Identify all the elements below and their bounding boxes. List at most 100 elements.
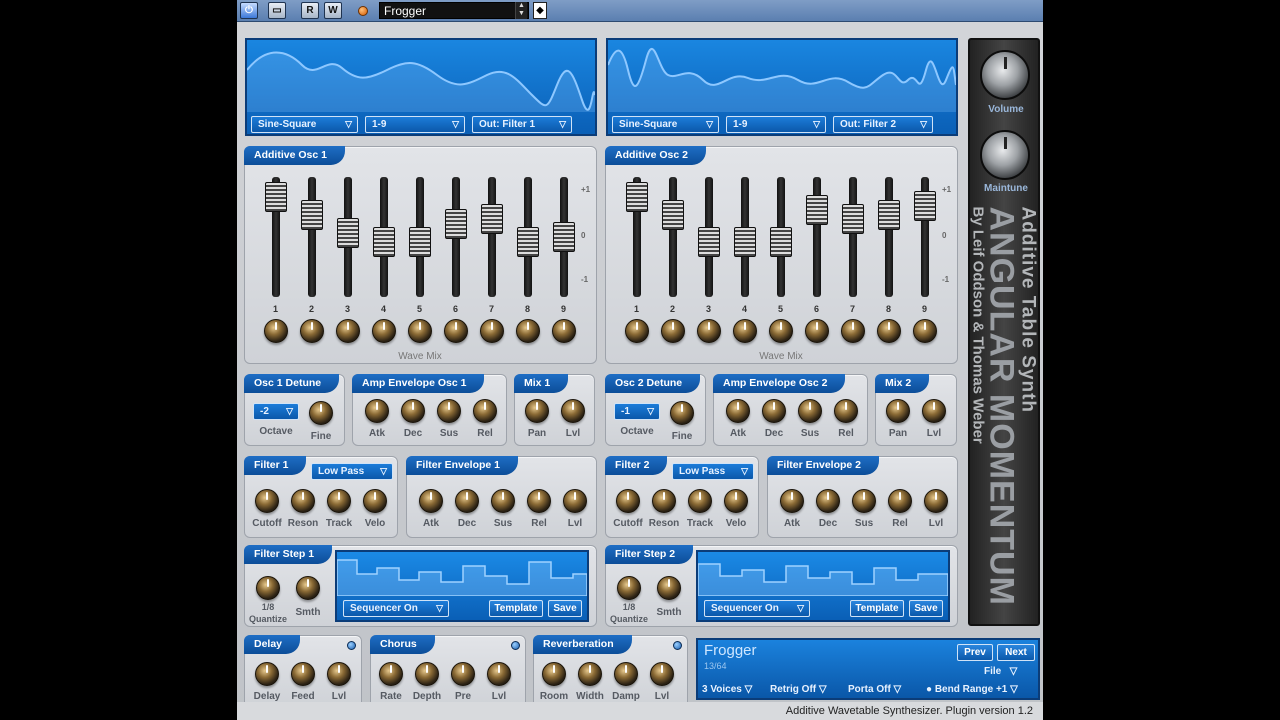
osc2-amp-env-knob-2[interactable] <box>798 399 822 423</box>
power-button[interactable]: ⏻ <box>240 2 258 19</box>
fx-reverb-knob-0[interactable] <box>542 662 566 686</box>
wave-mix-knob-1[interactable] <box>264 319 288 343</box>
read-button[interactable]: R <box>301 2 319 19</box>
osc1-filter-knob-1[interactable] <box>291 489 315 513</box>
volume-knob[interactable] <box>980 50 1030 100</box>
wave-mix-knob-5[interactable] <box>769 319 793 343</box>
seq2-mode-select[interactable]: Sequencer On ▽ <box>704 600 810 617</box>
wave-mix-knob-3[interactable] <box>697 319 721 343</box>
osc2-wave-select[interactable]: Sine-Square ▽ <box>612 116 719 133</box>
osc1-filter-env-knob-2[interactable] <box>491 489 515 513</box>
harmonic-fader-2[interactable] <box>662 199 684 230</box>
osc2-filter-env-knob-0[interactable] <box>780 489 804 513</box>
osc2-filter-knob-2[interactable] <box>688 489 712 513</box>
maintune-knob[interactable] <box>980 130 1030 180</box>
osc1-octave-select[interactable]: -2 ▽ <box>253 403 299 420</box>
seq1-mode-select[interactable]: Sequencer On ▽ <box>343 600 449 617</box>
osc2-filter-env-knob-4[interactable] <box>924 489 948 513</box>
harmonic-fader-1[interactable] <box>626 181 648 212</box>
wave-mix-knob-9[interactable] <box>552 319 576 343</box>
wave-mix-knob-7[interactable] <box>480 319 504 343</box>
fx-delay-knob-1[interactable] <box>291 662 315 686</box>
seq2-template-button[interactable]: Template <box>850 600 904 617</box>
harmonic-fader-6[interactable] <box>445 208 467 239</box>
seq1-template-button[interactable]: Template <box>489 600 543 617</box>
osc2-mix-knob-0[interactable] <box>886 399 910 423</box>
osc1-out-select[interactable]: Out: Filter 1 ▽ <box>472 116 572 133</box>
bypass-button[interactable]: ▭ <box>268 2 286 19</box>
osc2-amp-env-knob-3[interactable] <box>834 399 858 423</box>
osc1-filter-knob-0[interactable] <box>255 489 279 513</box>
osc2-filter-knob-3[interactable] <box>724 489 748 513</box>
osc2-filter-knob-0[interactable] <box>616 489 640 513</box>
harmonic-fader-8[interactable] <box>517 226 539 257</box>
fx-chorus-knob-1[interactable] <box>415 662 439 686</box>
delay-enable-led[interactable] <box>347 641 356 650</box>
quantize2-knob[interactable] <box>617 576 641 600</box>
smth1-knob[interactable] <box>296 576 320 600</box>
wave-mix-knob-7[interactable] <box>841 319 865 343</box>
osc2-range-select[interactable]: 1-9 ▽ <box>726 116 826 133</box>
harmonic-fader-5[interactable] <box>770 226 792 257</box>
harmonic-fader-4[interactable] <box>373 226 395 257</box>
preset-menu-icon[interactable]: ◆ <box>533 2 547 19</box>
retrig-select[interactable]: Retrig Off ▽ <box>770 684 827 695</box>
osc1-mix-knob-0[interactable] <box>525 399 549 423</box>
step-seq2-display[interactable]: Sequencer On ▽ Template Save <box>696 550 950 622</box>
smth2-knob[interactable] <box>657 576 681 600</box>
harmonic-fader-6[interactable] <box>806 195 828 225</box>
osc2-filter-env-knob-3[interactable] <box>888 489 912 513</box>
file-menu[interactable]: File ▽ <box>984 666 1017 677</box>
harmonic-fader-4[interactable] <box>734 226 756 257</box>
osc1-filter-env-knob-3[interactable] <box>527 489 551 513</box>
filter1-type-select[interactable]: Low Pass ▽ <box>311 463 393 480</box>
osc1-filter-knob-3[interactable] <box>363 489 387 513</box>
osc1-amp-env-knob-1[interactable] <box>401 399 425 423</box>
fx-reverb-knob-3[interactable] <box>650 662 674 686</box>
fx-delay-knob-0[interactable] <box>255 662 279 686</box>
osc1-amp-env-knob-3[interactable] <box>473 399 497 423</box>
osc2-fine-knob[interactable] <box>670 401 694 425</box>
bend-range-select[interactable]: ● Bend Range +1 ▽ <box>926 684 1018 695</box>
fx-delay-knob-2[interactable] <box>327 662 351 686</box>
osc2-amp-env-knob-1[interactable] <box>762 399 786 423</box>
chorus-enable-led[interactable] <box>511 641 520 650</box>
osc2-octave-select[interactable]: -1 ▽ <box>614 403 660 420</box>
osc1-filter-env-knob-4[interactable] <box>563 489 587 513</box>
wave-mix-knob-8[interactable] <box>877 319 901 343</box>
harmonic-fader-5[interactable] <box>409 226 431 257</box>
harmonic-fader-9[interactable] <box>914 190 936 221</box>
voices-select[interactable]: 3 Voices ▽ <box>702 684 752 695</box>
wave-mix-knob-6[interactable] <box>444 319 468 343</box>
next-preset-button[interactable]: Next <box>997 644 1035 661</box>
harmonic-fader-1[interactable] <box>265 181 287 212</box>
osc1-range-select[interactable]: 1-9 ▽ <box>365 116 465 133</box>
osc1-fine-knob[interactable] <box>309 401 333 425</box>
harmonic-fader-9[interactable] <box>553 222 575 252</box>
harmonic-fader-8[interactable] <box>878 199 900 230</box>
osc1-filter-env-knob-1[interactable] <box>455 489 479 513</box>
wave-mix-knob-5[interactable] <box>408 319 432 343</box>
osc2-filter-env-knob-1[interactable] <box>816 489 840 513</box>
filter2-type-select[interactable]: Low Pass ▽ <box>672 463 754 480</box>
write-button[interactable]: W <box>324 2 342 19</box>
harmonic-fader-2[interactable] <box>301 199 323 230</box>
wave-mix-knob-2[interactable] <box>661 319 685 343</box>
record-indicator[interactable] <box>358 6 368 16</box>
porta-select[interactable]: Porta Off ▽ <box>848 684 901 695</box>
harmonic-fader-3[interactable] <box>337 217 359 248</box>
prev-preset-button[interactable]: Prev <box>957 644 993 661</box>
quantize1-knob[interactable] <box>256 576 280 600</box>
fx-reverb-knob-1[interactable] <box>578 662 602 686</box>
preset-spinner[interactable]: ▲ ▼ <box>515 2 527 19</box>
osc1-amp-env-knob-2[interactable] <box>437 399 461 423</box>
step-seq1-display[interactable]: Sequencer On ▽ Template Save <box>335 550 589 622</box>
wave-mix-knob-4[interactable] <box>372 319 396 343</box>
osc1-amp-env-knob-0[interactable] <box>365 399 389 423</box>
osc2-mix-knob-1[interactable] <box>922 399 946 423</box>
fx-chorus-knob-2[interactable] <box>451 662 475 686</box>
osc2-amp-env-knob-0[interactable] <box>726 399 750 423</box>
osc2-filter-knob-1[interactable] <box>652 489 676 513</box>
osc1-mix-knob-1[interactable] <box>561 399 585 423</box>
wave-mix-knob-3[interactable] <box>336 319 360 343</box>
